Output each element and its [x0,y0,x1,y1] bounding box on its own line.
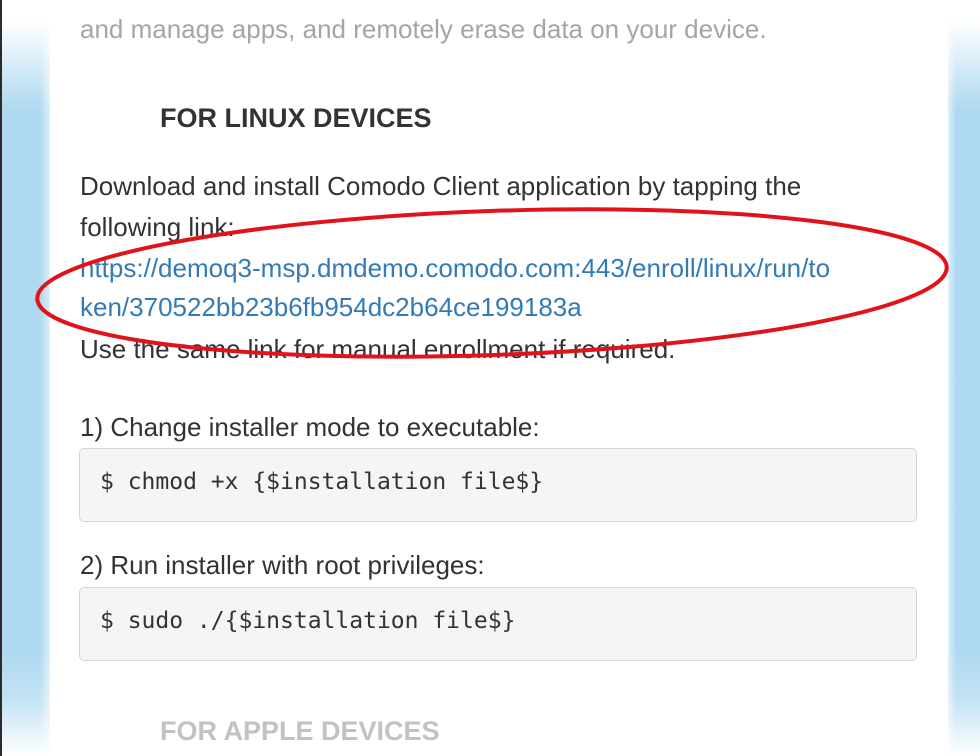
intro-text: and manage apps, and remotely erase data… [80,14,767,44]
step2-label: 2) Run installer with root privileges: [80,550,485,580]
left-side-panel [2,0,50,756]
apple-section-heading: FOR APPLE DEVICES [160,716,440,746]
enrollment-link-line1[interactable]: https://demoq3-msp.dmdemo.comodo.com:443… [80,248,830,288]
enrollment-link-line2[interactable]: ken/370522bb23b6fb954dc2b64ce199183a [80,287,582,327]
manual-enrollment-note: Use the same link for manual enrollment … [80,334,676,364]
right-side-panel [948,0,980,756]
step1-label: 1) Change installer mode to executable: [80,412,540,442]
linux-instruction-line2: following link: [80,212,235,242]
linux-instruction-line1: Download and install Comodo Client appli… [80,171,802,201]
step2-command: $ sudo ./{$installation file$} [100,608,516,634]
email-content: and manage apps, and remotely erase data… [50,0,948,756]
step1-command: $ chmod +x {$installation file$} [100,469,544,495]
linux-section-heading: FOR LINUX DEVICES [160,103,432,133]
step1-code-block: $ chmod +x {$installation file$} [79,448,917,522]
step2-code-block: $ sudo ./{$installation file$} [79,587,917,661]
